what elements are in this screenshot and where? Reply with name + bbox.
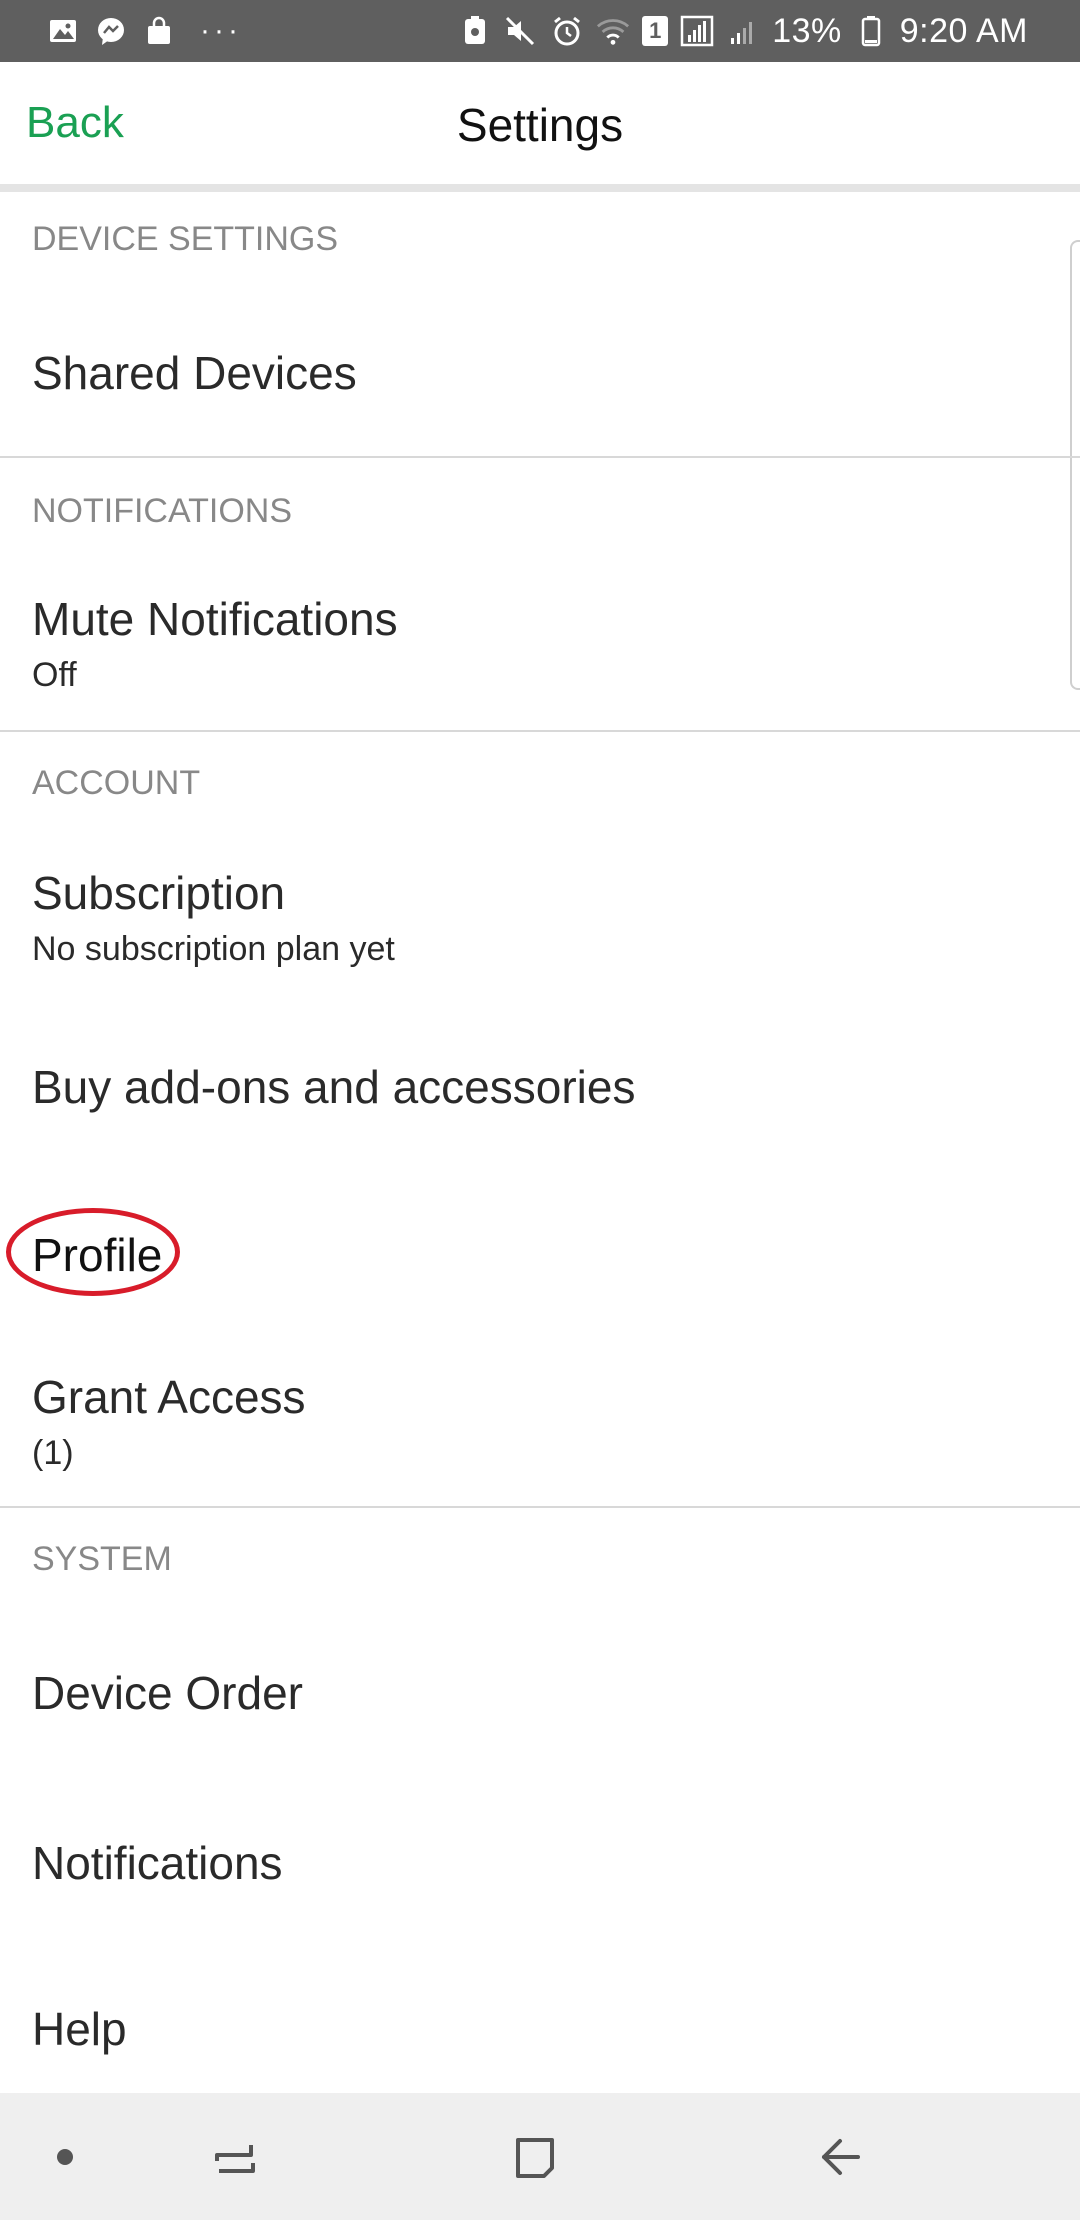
section-label-account: ACCOUNT [32,764,201,802]
status-bar: ··· 1 13% 9:20 AM [0,0,1080,62]
subscription-value: No subscription plan yet [32,930,395,968]
highlight-circle-annotation [6,1208,180,1296]
device-order-label: Device Order [32,1667,303,1719]
battery-percent: 13% [772,11,842,50]
mute-notifications-label: Mute Notifications [32,593,398,645]
clock: 9:20 AM [899,11,1028,50]
recent-apps-icon[interactable] [190,2093,280,2220]
section-divider [0,730,1080,732]
signal-secondary-icon [726,14,760,48]
page-title: Settings [456,99,624,151]
notifications-label: Notifications [32,1837,283,1889]
section-label-notifications: NOTIFICATIONS [32,492,293,530]
back-arrow-icon[interactable] [795,2093,885,2220]
subscription-item[interactable]: Subscription No subscription plan yet [0,840,1080,1010]
sim-icon: 1 [642,16,669,46]
battery-icon [854,14,888,48]
nfc-icon [458,14,492,48]
help-label: Help [32,2003,127,2055]
wifi-icon [596,14,630,48]
shared-devices-label: Shared Devices [32,347,357,399]
home-icon[interactable] [490,2093,580,2220]
messenger-icon [94,14,128,48]
shopping-bag-icon [142,14,176,48]
notifications-item[interactable]: Notifications [0,1780,1080,1946]
mute-notifications-value: Off [32,656,77,694]
buy-addons-item[interactable]: Buy add-ons and accessories [0,1010,1080,1170]
device-order-item[interactable]: Device Order [0,1610,1080,1780]
image-icon [46,14,80,48]
header-divider [0,184,1080,192]
nav-dot-icon [30,2093,100,2220]
buy-addons-label: Buy add-ons and accessories [32,1061,636,1113]
app-header: Back Settings [0,62,1080,184]
grant-access-item[interactable]: Grant Access (1) [0,1330,1080,1506]
shared-devices-item[interactable]: Shared Devices [0,300,1080,456]
section-divider [0,1506,1080,1508]
mute-notifications-item[interactable]: Mute Notifications Off [0,570,1080,730]
mute-icon [504,14,538,48]
more-notifications-icon: ··· [200,14,242,47]
grant-access-label: Grant Access [32,1371,306,1423]
alarm-icon [550,14,584,48]
grant-access-value: (1) [32,1434,74,1472]
section-divider [0,456,1080,458]
system-nav-bar [0,2093,1080,2220]
subscription-label: Subscription [32,867,286,919]
signal-icon [680,14,714,48]
section-label-system: SYSTEM [32,1540,172,1578]
section-label-device-settings: DEVICE SETTINGS [32,220,339,258]
help-item[interactable]: Help [0,1946,1080,2093]
